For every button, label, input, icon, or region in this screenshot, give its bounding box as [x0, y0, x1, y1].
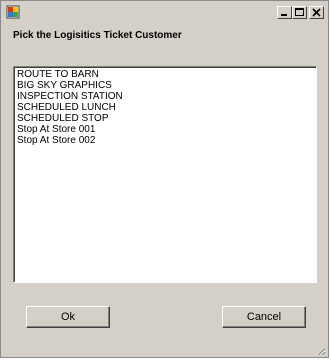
customer-listbox[interactable]: ROUTE TO BARN BIG SKY GRAPHICS INSPECTIO…: [13, 66, 317, 283]
close-button[interactable]: [309, 6, 324, 19]
list-item[interactable]: Stop At Store 002: [17, 135, 313, 146]
resize-grip-icon[interactable]: [314, 343, 326, 356]
app-icon: [6, 5, 20, 19]
list-item[interactable]: INSPECTION STATION: [17, 91, 313, 102]
list-item[interactable]: SCHEDULED STOP: [17, 113, 313, 124]
cancel-button[interactable]: Cancel: [222, 306, 306, 328]
maximize-button[interactable]: [292, 6, 307, 19]
list-item[interactable]: Stop At Store 001: [17, 124, 313, 135]
ok-button[interactable]: Ok: [26, 306, 110, 328]
minimize-button[interactable]: [277, 6, 292, 19]
close-icon: [312, 8, 321, 17]
minimize-icon: [281, 14, 287, 16]
maximize-icon: [295, 8, 304, 16]
dialog-window: Pick the Logisitics Ticket Customer ROUT…: [0, 0, 329, 358]
title-bar[interactable]: [3, 3, 326, 21]
list-item[interactable]: BIG SKY GRAPHICS: [17, 80, 313, 91]
prompt-label: Pick the Logisitics Ticket Customer: [13, 30, 182, 41]
list-item[interactable]: SCHEDULED LUNCH: [17, 102, 313, 113]
list-item[interactable]: ROUTE TO BARN: [17, 69, 313, 80]
